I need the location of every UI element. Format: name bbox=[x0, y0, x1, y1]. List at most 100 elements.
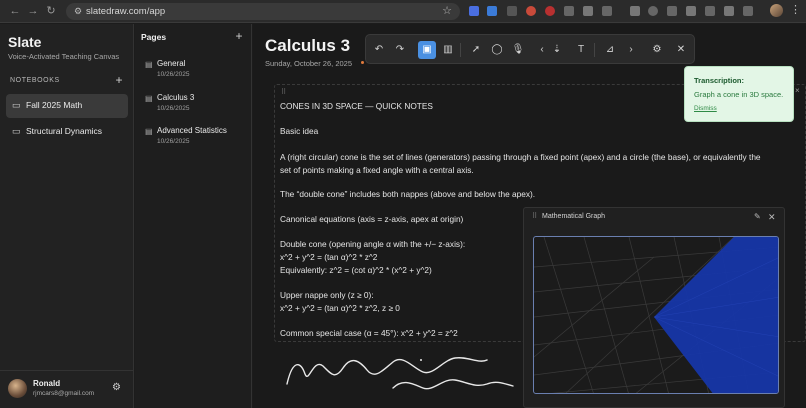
more-menu-icon[interactable]: ⋮ bbox=[790, 3, 801, 16]
note-line: A (right circular) cone is the set of li… bbox=[280, 152, 761, 162]
drag-handle-icon[interactable]: ⠿ bbox=[281, 88, 286, 96]
extension-icon[interactable] bbox=[602, 6, 612, 16]
extension-icon[interactable] bbox=[487, 6, 497, 16]
3d-cone-plot bbox=[534, 237, 778, 393]
graph-panel[interactable]: ⠿ Mathematical Graph ✎ ✕ bbox=[523, 207, 785, 408]
extension-icon[interactable] bbox=[545, 6, 555, 16]
page-date: 10/26/2025 bbox=[157, 71, 190, 78]
pages-heading: Pages bbox=[141, 32, 167, 42]
url-text: slatedraw.com/app bbox=[86, 6, 166, 17]
document-icon: ▤ bbox=[145, 60, 153, 69]
3d-graph-view[interactable] bbox=[533, 236, 779, 394]
notebook-item-structural-dynamics[interactable]: ▭ Structural Dynamics bbox=[6, 120, 128, 144]
pages-panel: Pages + ▤ General 10/26/2025 ▤ Calculus … bbox=[135, 24, 252, 408]
user-bar: Ronald rjmcars8@gmail.com ⚙ bbox=[0, 370, 134, 408]
address-bar[interactable]: ⚙ slatedraw.com/app ☆ bbox=[66, 3, 460, 20]
pointer-icon[interactable]: ➚ bbox=[467, 41, 485, 59]
notebook-label: Fall 2025 Math bbox=[26, 100, 83, 110]
site-info-icon[interactable]: ⚙ bbox=[72, 5, 84, 17]
pencil-icon[interactable]: ✎ bbox=[754, 212, 764, 222]
notebooks-sidebar: Slate Voice-Activated Teaching Canvas NO… bbox=[0, 24, 134, 408]
note-line: x^2 + y^2 = (tan α)^2 * z^2 bbox=[280, 252, 378, 262]
comment-icon[interactable]: ◯ bbox=[488, 41, 506, 59]
translate-icon[interactable] bbox=[705, 6, 715, 16]
close-icon[interactable]: ✕ bbox=[672, 41, 690, 59]
chevron-right-icon[interactable]: › bbox=[622, 41, 640, 59]
extension-icon[interactable] bbox=[686, 6, 696, 16]
page-date-label: Sunday, October 26, 2025 bbox=[265, 59, 353, 68]
back-icon[interactable]: ← bbox=[8, 4, 22, 18]
page-title: Calculus 3 bbox=[157, 93, 195, 102]
note-line: Common special case (α = 45°): x^2 + y^2… bbox=[280, 328, 458, 338]
transcription-heading: Transcription: bbox=[694, 76, 745, 85]
book-icon: ▭ bbox=[12, 100, 21, 110]
history-icon[interactable] bbox=[648, 6, 658, 16]
page-item-calculus-3[interactable]: ▤ Calculus 3 10/26/2025 bbox=[143, 93, 247, 123]
trash-icon[interactable]: ▥ bbox=[439, 41, 457, 59]
close-icon[interactable]: × bbox=[795, 86, 803, 96]
page-item-advanced-statistics[interactable]: ▤ Advanced Statistics 10/26/2025 bbox=[143, 126, 247, 156]
extension-icon[interactable] bbox=[630, 6, 640, 16]
cast-icon[interactable] bbox=[743, 6, 753, 16]
note-line: The “double cone” includes both nappes (… bbox=[280, 189, 536, 199]
sidepanel-icon[interactable] bbox=[724, 6, 734, 16]
handwriting-sketch bbox=[286, 356, 514, 390]
unsaved-indicator bbox=[361, 61, 364, 64]
mic-icon[interactable]: 🎙 bbox=[509, 41, 527, 59]
text-icon[interactable]: T bbox=[572, 41, 590, 59]
user-email: rjmcars8@gmail.com bbox=[33, 390, 95, 397]
extension-icon[interactable] bbox=[469, 6, 479, 16]
cone-surface bbox=[654, 237, 778, 393]
undo-icon[interactable]: ↶ bbox=[370, 41, 388, 59]
extension-icon[interactable] bbox=[507, 6, 517, 16]
chart-icon[interactable]: ⊿ bbox=[601, 41, 619, 59]
note-line: set of points making a fixed angle with … bbox=[280, 165, 474, 175]
note-heading: CONES IN 3D SPACE — QUICK NOTES bbox=[280, 101, 433, 111]
toolbar-divider bbox=[594, 43, 595, 57]
page-date: 10/26/2025 bbox=[157, 105, 190, 112]
add-notebook-button[interactable]: + bbox=[113, 73, 125, 87]
document-icon: ▤ bbox=[145, 94, 153, 103]
dismiss-link[interactable]: Dismiss bbox=[694, 105, 717, 112]
app-brand: Slate bbox=[8, 34, 42, 50]
avatar bbox=[8, 379, 27, 398]
bookmark-star-icon[interactable]: ☆ bbox=[442, 4, 452, 18]
brush-size-icon[interactable]: ⇣ bbox=[548, 41, 566, 59]
note-subheading: Basic idea bbox=[280, 126, 319, 136]
reload-icon[interactable]: ↻ bbox=[44, 4, 58, 18]
extension-icon[interactable] bbox=[583, 6, 593, 16]
book-icon: ▭ bbox=[12, 126, 21, 136]
toolbar-divider bbox=[460, 43, 461, 57]
save-icon[interactable]: ▣ bbox=[418, 41, 436, 59]
page-item-general[interactable]: ▤ General 10/26/2025 bbox=[143, 59, 247, 89]
notebook-label: Structural Dynamics bbox=[26, 126, 103, 136]
redo-icon[interactable]: ↷ bbox=[391, 41, 409, 59]
note-line: Double cone (opening angle α with the +/… bbox=[280, 239, 466, 249]
note-line: x^2 + y^2 = (tan α)^2 * z^2, z ≥ 0 bbox=[280, 303, 400, 313]
close-icon[interactable]: ✕ bbox=[768, 212, 778, 222]
note-line: Canonical equations (axis = z-axis, apex… bbox=[280, 214, 464, 224]
extension-icon[interactable] bbox=[564, 6, 574, 16]
page-title-heading: Calculus 3 bbox=[265, 36, 351, 55]
app-tagline: Voice-Activated Teaching Canvas bbox=[8, 52, 120, 61]
profile-avatar[interactable] bbox=[770, 4, 783, 17]
page-title: Advanced Statistics bbox=[157, 126, 227, 135]
add-page-button[interactable]: + bbox=[233, 29, 245, 43]
document-icon: ▤ bbox=[145, 127, 153, 136]
gear-icon[interactable]: ⚙ bbox=[112, 383, 122, 393]
page-date: 10/26/2025 bbox=[157, 138, 190, 145]
notebooks-heading: NOTEBOOKS bbox=[10, 77, 60, 84]
notebook-item-fall-2025-math[interactable]: ▭ Fall 2025 Math bbox=[6, 94, 128, 118]
transcription-toast: Transcription: Graph a cone in 3D space.… bbox=[684, 66, 794, 122]
user-name: Ronald bbox=[33, 379, 61, 388]
drag-handle-icon[interactable]: ⠿ bbox=[532, 212, 537, 220]
extension-icon[interactable] bbox=[526, 6, 536, 16]
note-line: Equivalently: z^2 = (cot α)^2 * (x^2 + y… bbox=[280, 265, 432, 275]
note-line: Upper nappe only (z ≥ 0): bbox=[280, 290, 374, 300]
browser-toolbar: ← → ↻ ⚙ slatedraw.com/app ☆ ⋮ bbox=[0, 0, 806, 23]
forward-icon[interactable]: → bbox=[26, 4, 40, 18]
canvas-toolbar: ↶ ↷ ▣ ▥ ➚ ◯ 🎙 ‹ ⇣ T ⊿ › ⚙ ✕ bbox=[365, 34, 695, 64]
graph-title: Mathematical Graph bbox=[542, 213, 606, 220]
devtools-icon[interactable] bbox=[667, 6, 677, 16]
gear-icon[interactable]: ⚙ bbox=[648, 41, 666, 59]
